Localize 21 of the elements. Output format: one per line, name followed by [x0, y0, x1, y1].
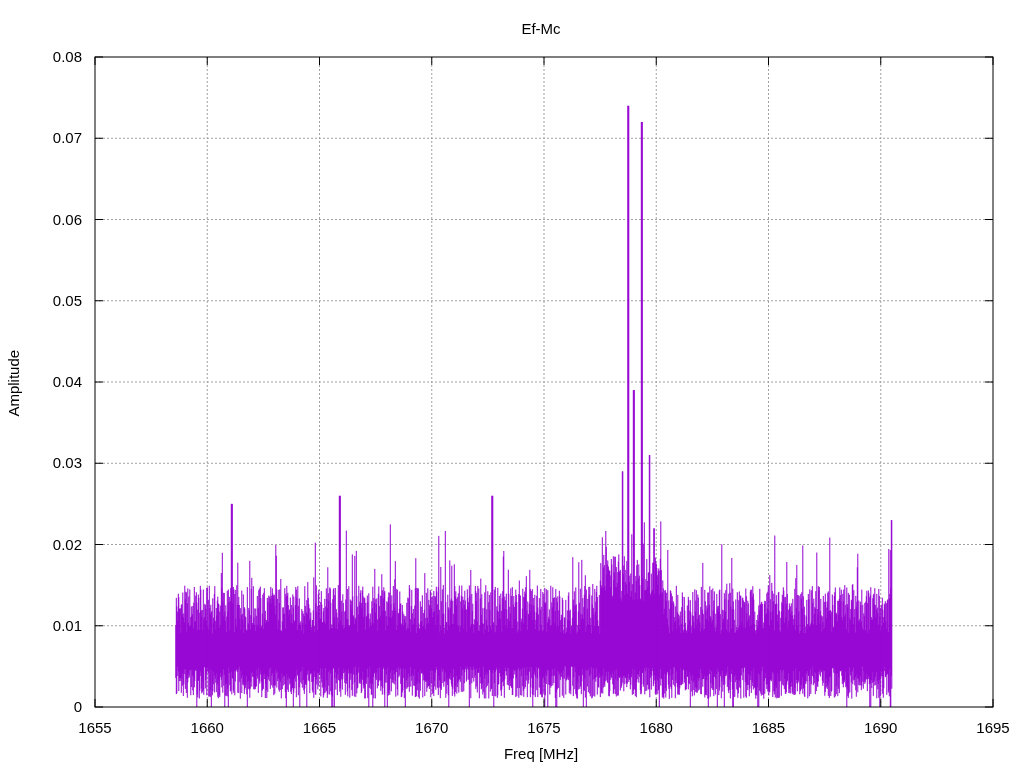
y-tick-label: 0.08 [51, 48, 82, 66]
y-tick-label: 0.02 [51, 535, 82, 554]
x-tick-label: 1685 [750, 719, 787, 737]
chart-title: Ef-Mc [520, 19, 562, 39]
y-tick-label: 0.04 [51, 373, 82, 391]
x-tick-label: 1695 [975, 719, 1011, 737]
x-tick-label: 1665 [301, 719, 338, 737]
x-tick-label: 1660 [189, 719, 225, 737]
y-axis-label: Amplitude [3, 348, 23, 419]
y-tick-label: 0.03 [51, 454, 82, 473]
y-tick-label: 0.06 [51, 210, 82, 229]
x-axis-label: Freq [MHz] [502, 744, 580, 764]
x-tick-label: 1680 [638, 719, 674, 737]
x-tick-label: 1670 [414, 719, 450, 737]
y-tick-label: 0.01 [51, 616, 82, 635]
y-tick-label: 0 [72, 698, 82, 716]
x-tick-label: 1675 [526, 719, 562, 737]
x-tick-label: 1655 [77, 719, 113, 737]
y-tick-label: 0.07 [51, 129, 82, 148]
x-tick-label: 1690 [863, 719, 899, 737]
y-tick-label: 0.05 [51, 291, 82, 310]
